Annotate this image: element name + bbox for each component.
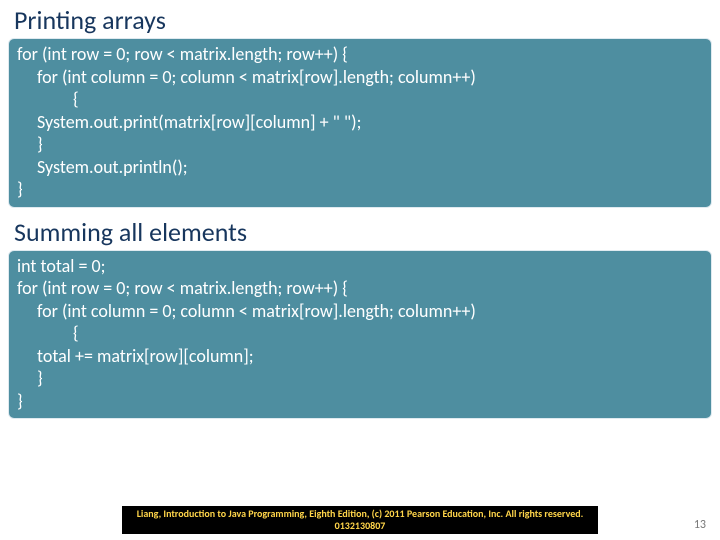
code-block-printing: for (int row = 0; row < matrix.length; r… [8,38,712,208]
code-line: } [17,390,703,413]
code-line: { [17,322,703,345]
code-line: for (int column = 0; column < matrix[row… [17,300,703,323]
code-line: { [17,88,703,111]
code-line: for (int row = 0; row < matrix.length; r… [17,277,703,300]
code-line: System.out.println(); [17,156,703,179]
code-line: } [17,367,703,390]
heading-summing: Summing all elements [0,212,720,250]
code-line: total += matrix[row][column]; [17,345,703,368]
code-line: for (int column = 0; column < matrix[row… [17,66,703,89]
code-block-summing: int total = 0; for (int row = 0; row < m… [8,250,712,420]
footer-attribution: Liang, Introduction to Java Programming,… [122,506,598,534]
code-line: int total = 0; [17,255,703,278]
page-number: 13 [694,518,706,532]
code-line: for (int row = 0; row < matrix.length; r… [17,43,703,66]
code-line: System.out.print(matrix[row][column] + "… [17,111,703,134]
code-line: } [17,178,703,201]
heading-printing: Printing arrays [0,0,720,38]
code-line: } [17,133,703,156]
